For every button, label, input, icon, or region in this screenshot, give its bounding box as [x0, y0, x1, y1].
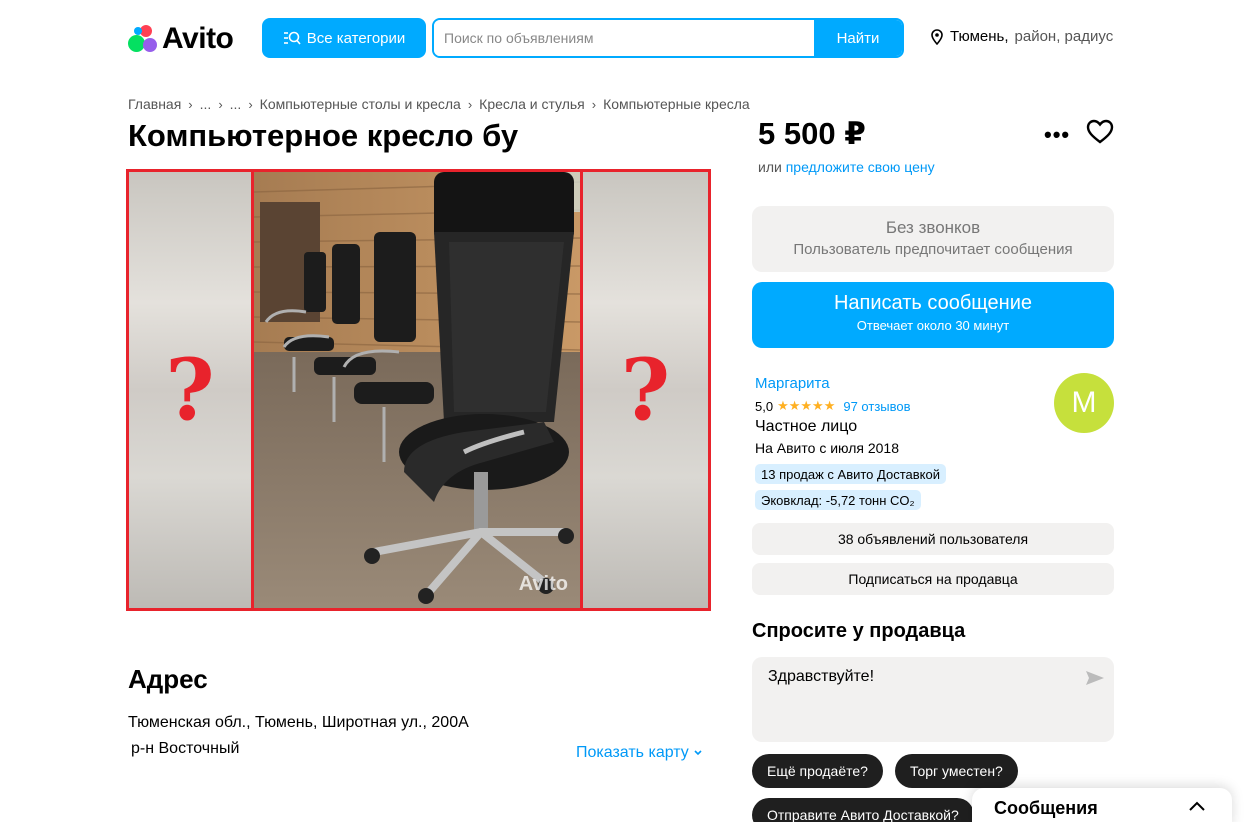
search-input[interactable] [434, 20, 814, 56]
more-options-icon[interactable]: ••• [1044, 122, 1070, 148]
no-calls-subtitle: Пользователь предпочитает сообщения [793, 241, 1073, 258]
eco-contribution-badge[interactable]: Эковклад: -5,72 тонн CO₂ [755, 490, 921, 510]
rating-value: 5,0 [755, 398, 774, 414]
breadcrumb-separator-icon: › [248, 96, 253, 112]
breadcrumb-separator-icon: › [218, 96, 223, 112]
breadcrumb-item-desks-chairs[interactable]: Компьютерные столы и кресла [260, 96, 461, 112]
address-district: р-н Восточный [131, 740, 240, 757]
seller-type: Частное лицо [755, 418, 858, 435]
favorite-heart-icon[interactable] [1086, 119, 1114, 145]
quick-question-chip[interactable]: Торг уместен? [895, 754, 1018, 788]
rating-stars-icon: ★★★★★ [777, 398, 836, 413]
all-categories-label: Все категории [306, 29, 406, 47]
gallery-main-image[interactable]: Avito [251, 169, 583, 611]
write-message-button[interactable]: Написать сообщение Отвечает около 30 мин… [752, 282, 1114, 348]
breadcrumb-item-ellipsis-1[interactable]: ... [200, 96, 212, 112]
breadcrumb: Главная › ... › ... › Компьютерные столы… [128, 96, 750, 112]
breadcrumb-separator-icon: › [188, 96, 193, 112]
ask-seller-heading: Спросите у продавца [752, 620, 966, 642]
breadcrumb-item-chairs-stools[interactable]: Кресла и стулья [479, 96, 585, 112]
no-calls-title: Без звонков [885, 218, 981, 237]
messages-title: Сообщения [994, 797, 1098, 818]
logo-dots-icon [128, 24, 160, 54]
seller-listings-button[interactable]: 38 объявлений пользователя [752, 523, 1114, 555]
photo-gallery: ? Avito ? [126, 169, 711, 611]
show-map-link[interactable]: Показать карту [576, 744, 703, 762]
location-city: Тюмень, [950, 28, 1009, 45]
ask-message-input[interactable]: Здравствуйте! [752, 657, 1114, 742]
unknown-question-mark: ? [620, 340, 671, 440]
send-icon[interactable] [1085, 670, 1105, 686]
location-rest: район, радиус [1014, 28, 1114, 45]
chair-photo [254, 172, 580, 608]
offer-price-link[interactable]: предложите свою цену [786, 159, 935, 175]
avito-logo[interactable]: Avito [128, 22, 234, 56]
chevron-up-icon[interactable] [1188, 800, 1206, 812]
offer-prefix: или [758, 159, 782, 175]
logo-text: Avito [162, 22, 234, 55]
search-bar: Найти [432, 18, 904, 58]
response-time: Отвечает около 30 минут [856, 318, 1010, 333]
show-map-label: Показать карту [576, 744, 689, 761]
gallery-prev-image[interactable]: ? [126, 169, 254, 611]
price: 5 500 ₽ [758, 116, 866, 151]
chevron-down-icon [694, 750, 702, 756]
write-message-label: Написать сообщение [833, 292, 1032, 314]
breadcrumb-item-ellipsis-2[interactable]: ... [230, 96, 242, 112]
breadcrumb-separator-icon: › [467, 96, 473, 112]
gallery-next-image[interactable]: ? [580, 169, 711, 611]
seller-name-link[interactable]: Маргарита [755, 375, 830, 392]
search-button[interactable]: Найти [814, 20, 902, 56]
unknown-question-mark: ? [165, 340, 215, 440]
listing-title: Компьютерное кресло бу [128, 118, 519, 153]
seller-avatar[interactable]: М [1054, 373, 1114, 433]
breadcrumb-item-computer-chairs[interactable]: Компьютерные кресла [603, 96, 750, 112]
breadcrumb-separator-icon: › [591, 96, 597, 112]
no-calls-notice: Без звонков Пользователь предпочитает со… [752, 206, 1114, 272]
price-offer: или предложите свою цену [758, 159, 935, 175]
reviews-link[interactable]: 97 отзывов [843, 399, 910, 414]
breadcrumb-item-home[interactable]: Главная [128, 96, 181, 112]
seller-rating: 5,0 ★★★★★ 97 отзывов [755, 398, 911, 414]
location-pin-icon [931, 28, 943, 45]
quick-question-chip[interactable]: Ещё продаёте? [752, 754, 883, 788]
quick-question-chip[interactable]: Отправите Авито Доставкой? [752, 798, 974, 822]
photo-watermark: Avito [518, 573, 568, 595]
delivery-sales-badge[interactable]: 13 продаж с Авито Доставкой [755, 464, 946, 484]
messages-panel[interactable]: Сообщения [972, 788, 1232, 822]
location-selector[interactable]: Тюмень, район, радиус [930, 28, 1113, 45]
categories-search-icon [283, 31, 301, 45]
subscribe-seller-button[interactable]: Подписаться на продавца [752, 563, 1114, 595]
all-categories-button[interactable]: Все категории [262, 18, 426, 58]
address-heading: Адрес [128, 664, 208, 694]
address-line: Тюменская обл., Тюмень, Широтная ул., 20… [128, 714, 469, 731]
seller-since: На Авито с июля 2018 [755, 440, 899, 456]
